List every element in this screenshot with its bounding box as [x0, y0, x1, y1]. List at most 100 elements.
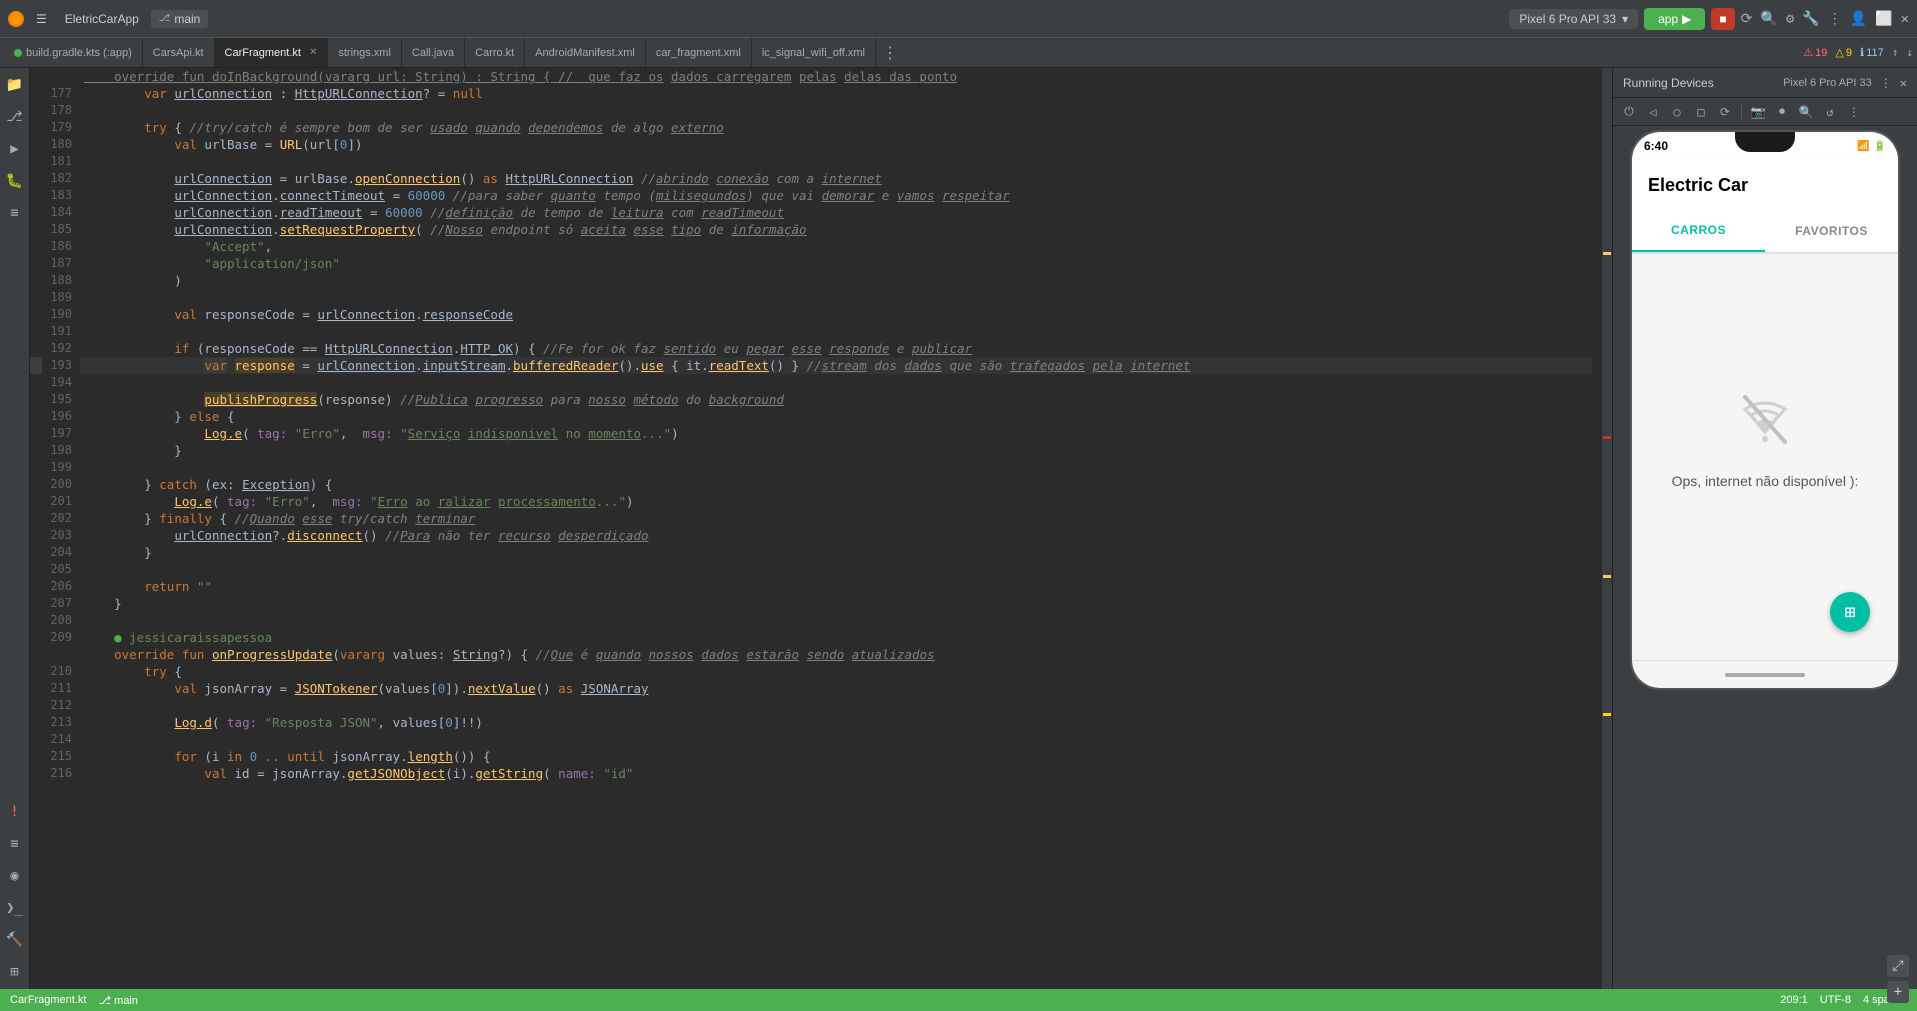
code-editor[interactable]: override fun doInBackground(vararg url: … [30, 68, 1602, 989]
code-table: override fun doInBackground(vararg url: … [30, 68, 1602, 782]
tab-label: car_fragment.xml [656, 47, 741, 59]
app-name[interactable]: EletricCarApp [59, 10, 145, 28]
more-rtb-icon[interactable]: ⋮ [1844, 102, 1864, 122]
user-icon[interactable]: 👤 [1850, 11, 1867, 27]
build-icon[interactable]: 🔨 [4, 929, 26, 951]
app-tab-favoritos-label: FAVORITOS [1795, 224, 1868, 238]
error-badge[interactable]: ⚠ 19 [1803, 46, 1827, 59]
tab-overflow-icon[interactable]: ⋮ [876, 43, 904, 62]
phone-mockup: 6:40 📶 🔋 Electric Car [1630, 130, 1900, 690]
rotate-icon[interactable]: ⟳ [1715, 102, 1735, 122]
run-button[interactable]: app ▶ [1644, 8, 1705, 30]
android-studio-logo [8, 11, 24, 27]
scroll-gutter[interactable] [1602, 68, 1612, 989]
tab-car-fragment-xml[interactable]: car_fragment.xml [646, 38, 752, 67]
chevron-down-icon: ▾ [1622, 12, 1628, 26]
tab-label: CarsApi.kt [153, 47, 204, 59]
running-panel-close-icon[interactable]: ⋮ [1880, 76, 1892, 90]
status-branch: ⎇ main [98, 994, 138, 1007]
tab-wifi-off[interactable]: ic_signal_wifi_off.xml [752, 38, 876, 67]
toolbar-separator [1741, 104, 1742, 120]
left-sidebar: 📁 ⎇ ▶ 🐛 ≡ ! ≡ ◉ ❯_ 🔨 ⊞ [0, 68, 30, 989]
app-tab-favoritos[interactable]: FAVORITOS [1765, 210, 1898, 252]
status-line-col: 209:1 [1780, 994, 1808, 1006]
tools-icon[interactable]: 🔧 [1802, 11, 1819, 27]
device-name: Pixel 6 Pro API 33 [1519, 12, 1616, 26]
maximize-icon[interactable]: ⬜ [1875, 11, 1892, 27]
record-icon[interactable]: ⏺ [1772, 102, 1792, 122]
phone-notch [1735, 132, 1795, 152]
power-icon[interactable]: ⏻ [1619, 102, 1639, 122]
fab-button[interactable]: ⊞ [1830, 592, 1870, 632]
tab-indicator [14, 49, 22, 57]
no-internet-icon [1725, 377, 1805, 457]
up-arrow-icon[interactable]: ↑ [1892, 46, 1899, 59]
running-panel-x-icon[interactable]: ✕ [1900, 76, 1907, 90]
more-tools-icon[interactable]: ≡ [4, 202, 26, 224]
tab-call[interactable]: Call.java [402, 38, 465, 67]
tab-label: build.gradle.kts (:app) [26, 47, 132, 59]
back-icon[interactable]: ◁ [1643, 102, 1663, 122]
status-context: CarFragment.kt [10, 994, 86, 1006]
search-icon[interactable]: 🔍 [1760, 11, 1777, 27]
warn-counts: ⚠ 19 △ 9 ℹ 117 ↑ ↓ [1803, 46, 1913, 59]
branch-icon: ⎇ [159, 13, 171, 24]
settings-icon[interactable]: ⚙ [1786, 11, 1794, 27]
refresh-icon[interactable]: ↺ [1820, 102, 1840, 122]
sync-icon[interactable]: ⟳ [1741, 11, 1753, 27]
tab-label: AndroidManifest.xml [535, 47, 635, 59]
zoom-in-icon[interactable]: + [1887, 981, 1909, 989]
down-arrow-icon[interactable]: ↓ [1906, 46, 1913, 59]
device-selector[interactable]: Pixel 6 Pro API 33 ▾ [1509, 9, 1638, 29]
debug-icon[interactable]: 🐛 [4, 170, 26, 192]
home-icon[interactable]: ○ [1667, 102, 1687, 122]
phone-status-icons: 📶 🔋 [1857, 141, 1886, 152]
nav-handle [1725, 673, 1805, 677]
tab-label: strings.xml [338, 47, 391, 59]
tab-label: Call.java [412, 47, 454, 59]
phone-status-bar: 6:40 📶 🔋 [1632, 132, 1898, 160]
tab-strings[interactable]: strings.xml [328, 38, 402, 67]
tab-carfragment[interactable]: CarFragment.kt ✕ [215, 38, 329, 67]
bottom-status-bar: CarFragment.kt ⎇ main 209:1 UTF-8 4 spac… [0, 989, 1917, 1011]
tab-carro[interactable]: Carro.kt [465, 38, 525, 67]
recents-icon[interactable]: □ [1691, 102, 1711, 122]
tab-label: CarFragment.kt [225, 47, 301, 59]
screenshot-icon[interactable]: 📷 [1748, 102, 1768, 122]
tab-label: ic_signal_wifi_off.xml [762, 47, 865, 59]
plugins-icon[interactable]: ◉ [4, 865, 26, 887]
menu-file[interactable]: ☰ [30, 10, 53, 28]
info-badge[interactable]: ℹ 117 [1860, 46, 1884, 59]
commit-icon[interactable]: ⎇ [4, 106, 26, 128]
problems-icon[interactable]: ! [4, 801, 26, 823]
run-label: app [1658, 12, 1678, 26]
app-content: Ops, internet não disponível ): [1632, 254, 1898, 612]
stop-button[interactable]: ■ [1711, 8, 1734, 30]
project-icon[interactable]: 📁 [4, 74, 26, 96]
phone-container: 6:40 📶 🔋 Electric Car [1613, 126, 1917, 989]
branch-selector[interactable]: ⎇ main [151, 10, 209, 28]
zoom-icon[interactable]: 🔍 [1796, 102, 1816, 122]
close-icon[interactable]: ✕ [1901, 11, 1909, 27]
tab-build-gradle[interactable]: build.gradle.kts (:app) [4, 38, 143, 67]
no-internet-message: Ops, internet não disponível ): [1672, 473, 1859, 489]
more-icon[interactable]: ⋮ [1828, 11, 1842, 27]
tab-label: Carro.kt [475, 47, 514, 59]
app-toolbar: Electric Car [1632, 160, 1898, 210]
tab-manifest[interactable]: AndroidManifest.xml [525, 38, 646, 67]
running-device-name: Pixel 6 Pro API 33 [1783, 77, 1872, 89]
logcat-icon[interactable]: ≡ [4, 833, 26, 855]
database-icon[interactable]: ⊞ [4, 961, 26, 983]
main-layout: 📁 ⎇ ▶ 🐛 ≡ ! ≡ ◉ ❯_ 🔨 ⊞ ov [0, 68, 1917, 989]
phone-time: 6:40 [1644, 139, 1668, 153]
phone-screen: Electric Car CARROS FAVORITOS [1632, 160, 1898, 660]
app-tab-carros[interactable]: CARROS [1632, 210, 1765, 252]
warn-badge[interactable]: △ 9 [1835, 46, 1852, 59]
top-bar: ☰ EletricCarApp ⎇ main Pixel 6 Pro API 3… [0, 0, 1917, 38]
running-toolbar: ⏻ ◁ ○ □ ⟳ 📷 ⏺ 🔍 ↺ ⋮ [1613, 98, 1917, 126]
run-icon[interactable]: ▶ [4, 138, 26, 160]
tab-carsapi[interactable]: CarsApi.kt [143, 38, 215, 67]
zoom-expand-icon[interactable]: ⤢ [1887, 955, 1909, 977]
tab-close-icon[interactable]: ✕ [309, 47, 317, 58]
terminal-icon[interactable]: ❯_ [4, 897, 26, 919]
